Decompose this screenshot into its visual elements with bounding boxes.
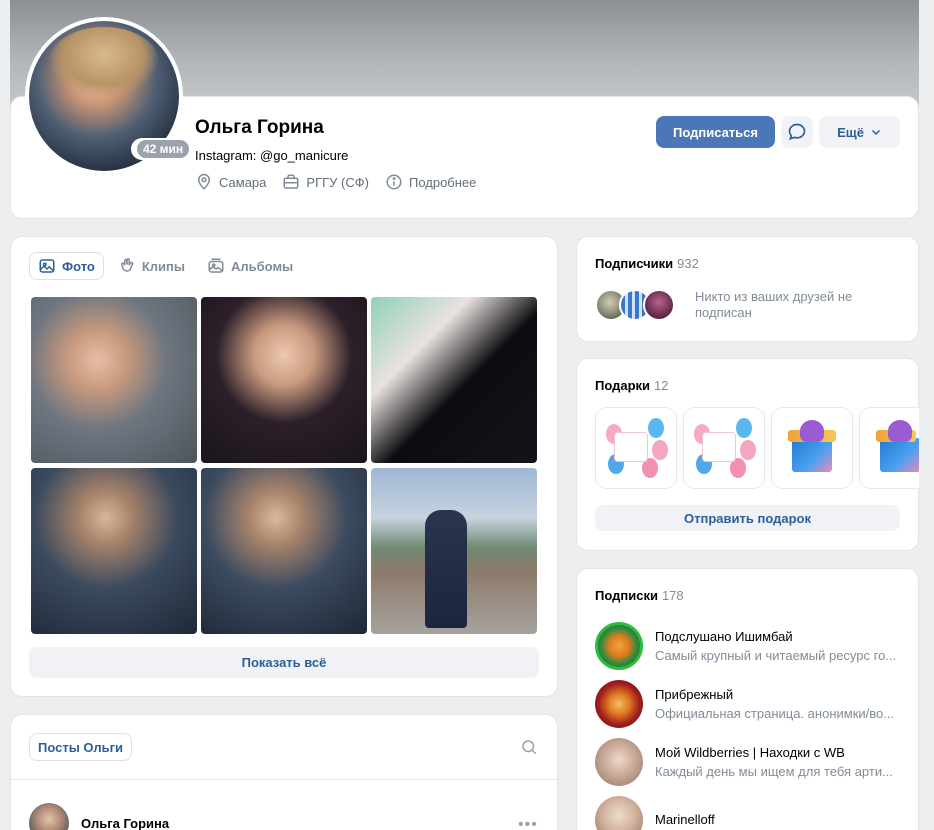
list-item[interactable]: Подслушано Ишимбай Самый крупный и читае… bbox=[595, 622, 905, 670]
online-badge: 42 мин bbox=[131, 138, 196, 160]
tab-clips[interactable]: Клипы bbox=[110, 252, 193, 280]
list-item[interactable]: Мой Wildberries | Находки с WB Каждый де… bbox=[595, 738, 905, 786]
list-item[interactable]: Прибрежный Официальная страница. анонимк… bbox=[595, 680, 905, 728]
avatar bbox=[595, 680, 643, 728]
photo-thumbnail[interactable] bbox=[31, 468, 197, 634]
photo-thumbnail[interactable] bbox=[201, 468, 367, 634]
photo-icon bbox=[39, 259, 55, 273]
avatar bbox=[595, 796, 643, 830]
profile-status: Instagram: @go_manicure bbox=[195, 148, 349, 163]
friends-note: Никто из ваших друзей не подписан bbox=[695, 289, 853, 320]
post-author-name[interactable]: Ольга Горина bbox=[81, 816, 169, 830]
clips-icon bbox=[120, 258, 134, 272]
posts-card bbox=[10, 714, 558, 830]
subscriptions-header[interactable]: Подписки 178 bbox=[595, 588, 684, 603]
message-icon bbox=[788, 123, 806, 140]
gift-balloons[interactable] bbox=[595, 407, 677, 489]
list-item[interactable]: Marinelloff bbox=[595, 796, 905, 830]
photo-thumbnail[interactable] bbox=[371, 468, 537, 634]
profile-name: Ольга Горина bbox=[195, 117, 324, 138]
gift-box[interactable] bbox=[771, 407, 853, 489]
avatar bbox=[595, 738, 643, 786]
avatar bbox=[595, 622, 643, 670]
tab-posts[interactable]: Посты Ольги bbox=[29, 733, 133, 761]
photo-thumbnail[interactable] bbox=[31, 297, 197, 463]
tab-photo[interactable]: Фото bbox=[29, 252, 104, 280]
subscriber-avatars[interactable] bbox=[595, 289, 675, 321]
gift-box[interactable] bbox=[859, 407, 919, 489]
subscribers-header[interactable]: Подписчики 932 bbox=[595, 256, 699, 271]
info-city: Самара bbox=[195, 173, 266, 191]
chevron-down-icon bbox=[871, 129, 880, 136]
gift-balloons[interactable] bbox=[683, 407, 765, 489]
search-icon[interactable] bbox=[520, 738, 538, 756]
more-button[interactable]: Ещё bbox=[819, 116, 900, 148]
avatar bbox=[643, 289, 675, 321]
show-all-photos-button[interactable]: Показать всё bbox=[29, 647, 539, 678]
post-more-icon[interactable]: ••• bbox=[518, 816, 538, 830]
info-education: РГГУ (СФ) bbox=[282, 173, 369, 191]
info-icon bbox=[386, 174, 402, 190]
divider bbox=[10, 779, 558, 780]
online-time: 42 мин bbox=[137, 140, 190, 158]
info-details-link[interactable]: Подробнее bbox=[385, 173, 476, 191]
briefcase-icon bbox=[283, 174, 299, 189]
gifts-header[interactable]: Подарки 12 bbox=[595, 378, 669, 393]
albums-icon bbox=[208, 258, 224, 273]
photo-thumbnail[interactable] bbox=[371, 297, 537, 463]
profile-info-row: Самара РГГУ (СФ) Подробнее bbox=[195, 173, 476, 191]
send-gift-button[interactable]: Отправить подарок bbox=[595, 505, 900, 531]
tab-albums[interactable]: Альбомы bbox=[199, 252, 301, 280]
location-icon bbox=[197, 173, 211, 190]
photo-tabs: Фото Клипы Альбомы bbox=[29, 252, 301, 280]
subscribe-button[interactable]: Подписаться bbox=[656, 116, 775, 148]
photo-thumbnail[interactable] bbox=[201, 297, 367, 463]
message-button[interactable] bbox=[781, 116, 813, 148]
